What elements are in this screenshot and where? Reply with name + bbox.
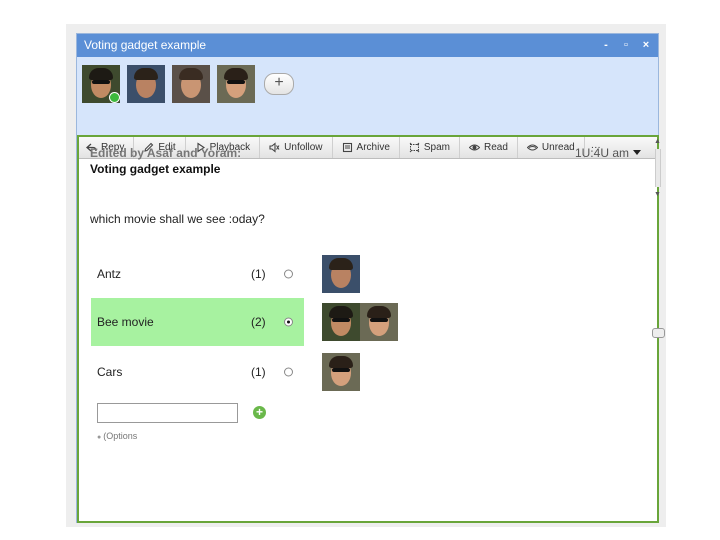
- minimize-button[interactable]: -: [600, 34, 612, 57]
- vote-option-row[interactable]: Antz (1): [91, 250, 360, 298]
- blip-time[interactable]: 1U:4U am: [575, 146, 641, 160]
- sunglasses-icon: [227, 80, 245, 84]
- titlebar: Voting gadget example - ▫ ×: [77, 34, 658, 57]
- options-link-label: (Options: [103, 431, 138, 441]
- sunglasses-icon: [370, 318, 388, 322]
- wave-window: Voting gadget example - ▫ × + Repy Edit Pl…: [76, 33, 659, 523]
- options-link[interactable]: ● (Options: [97, 431, 137, 441]
- avatar[interactable]: [217, 65, 255, 103]
- avatar-hair: [89, 68, 113, 80]
- time-text: 1U:4U am: [574, 146, 629, 160]
- vote-count: (2): [251, 315, 266, 329]
- participants-bar: + Repy Edit Playback Unfollow Archive Spam Rea…: [77, 57, 658, 159]
- window-title: Voting gadget example: [84, 38, 207, 52]
- scroll-track[interactable]: [655, 149, 661, 187]
- online-status-icon: [109, 92, 120, 103]
- voter-avatar: [360, 303, 398, 341]
- vote-count: (1): [251, 365, 266, 379]
- avatar-hair: [224, 68, 248, 80]
- close-button[interactable]: ×: [640, 34, 652, 57]
- voter-avatar: [322, 255, 360, 293]
- chevron-down-icon[interactable]: [633, 150, 641, 156]
- option-label: Bee movie: [97, 315, 154, 329]
- voter-avatars: [322, 255, 360, 293]
- avatar-hair: [329, 306, 353, 318]
- blip-content: Edited by Asaf and Yoram: 1U:4U am Votin…: [77, 135, 659, 523]
- vote-radio[interactable]: [284, 367, 293, 377]
- vote-option-row[interactable]: Bee movie (2): [91, 298, 398, 346]
- scroll-up-icon[interactable]: ▲: [654, 138, 661, 145]
- avatar-hair: [367, 306, 391, 318]
- option-label: Antz: [97, 267, 122, 281]
- new-option-input[interactable]: [97, 403, 238, 423]
- avatar[interactable]: [172, 65, 210, 103]
- add-participant-button[interactable]: +: [264, 73, 294, 95]
- blip-top-border: [79, 135, 657, 137]
- vote-option-row[interactable]: Cars (1): [91, 348, 360, 396]
- resize-handle[interactable]: [652, 328, 665, 338]
- scrollbar[interactable]: ▲ ▼: [651, 135, 663, 205]
- avatar-hair: [329, 356, 353, 368]
- sunglasses-icon: [332, 318, 350, 322]
- avatar-hair: [329, 258, 353, 270]
- avatar-hair: [134, 68, 158, 80]
- option-label: Cars: [97, 365, 123, 379]
- blip-title: Voting gadget example: [90, 162, 221, 176]
- window-controls: - ▫ ×: [600, 34, 652, 57]
- vote-radio[interactable]: [284, 317, 293, 327]
- participant-avatars: +: [82, 65, 294, 103]
- vote-count: (1): [251, 267, 266, 281]
- add-option-button[interactable]: +: [253, 406, 266, 419]
- avatar[interactable]: [127, 65, 165, 103]
- avatar[interactable]: [82, 65, 120, 103]
- poll-question: which movie shall we see :oday?: [90, 212, 265, 226]
- voter-avatar: [322, 353, 360, 391]
- vote-radio[interactable]: [284, 269, 293, 279]
- edited-by: Edited by Asaf and Yoram:: [90, 146, 242, 160]
- voter-avatars: [322, 303, 398, 341]
- avatar-hair: [179, 68, 203, 80]
- bullet-icon: ●: [97, 434, 102, 441]
- maximize-button[interactable]: ▫: [620, 34, 632, 57]
- sunglasses-icon: [332, 368, 350, 372]
- voter-avatar: [322, 303, 360, 341]
- scroll-down-icon[interactable]: ▼: [654, 191, 661, 198]
- voter-avatars: [322, 353, 360, 391]
- sunglasses-icon: [92, 80, 110, 84]
